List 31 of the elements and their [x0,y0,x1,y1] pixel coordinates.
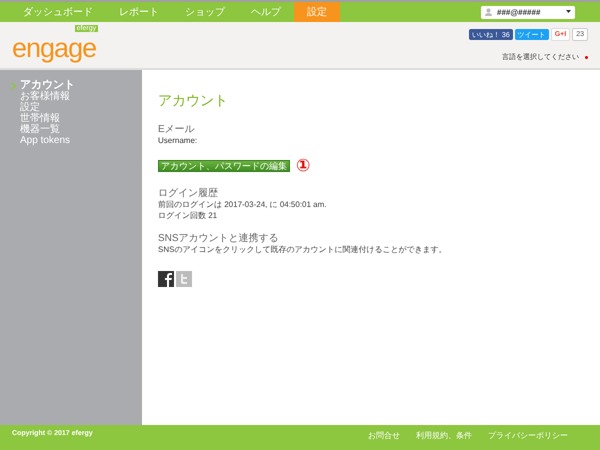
caret-icon [566,10,571,13]
sns-description: SNSのアイコンをクリックして既存のアカウントに関連付けることができます。 [158,244,448,255]
sidebar-item[interactable]: 設定 [11,102,142,113]
nav-tab[interactable]: レポート [106,2,172,22]
nav-tab[interactable]: ヘルプ [238,2,294,22]
facebook-icon[interactable] [158,271,174,287]
sidebar-item[interactable]: アカウント [11,80,142,91]
sidebar-item[interactable]: App tokens [11,135,142,146]
user-dropdown[interactable]: ###@##### [481,6,575,18]
last-login-text: 前回のログインは 2017-03-24, に 04:50:01 am. [158,199,328,210]
sidebar-item[interactable]: お客様情報 [11,91,142,102]
engage-logo[interactable]: engage [12,32,96,62]
user-icon [485,8,492,16]
username-label: Username: [158,135,198,146]
page-title: アカウント [158,92,229,110]
annotation-number: ① [296,156,310,176]
footer-link[interactable]: お問合せ [368,430,400,441]
sidebar-item[interactable]: 世帯情報 [11,113,142,124]
login-history-heading: ログイン履歴 [158,188,219,199]
sns-heading: SNSアカウントと連携する [158,233,280,244]
edit-account-button[interactable]: アカウント、パスワードの編集 [158,160,290,172]
chevron-icon [11,82,17,90]
footer-link[interactable]: プライバシーポリシー [488,430,568,441]
nav-tab[interactable]: ダッシュボード [10,2,106,22]
footer-link[interactable]: 利用規約、条件 [416,430,472,441]
status-dot [585,56,588,58]
email-label: Eメール [158,124,196,135]
login-count-text: ログイン回数 21 [158,210,218,221]
nav-tab[interactable]: ショップ [172,2,238,22]
nav-tab[interactable]: 設定 [294,2,340,22]
sidebar-item[interactable]: 機器一覧 [11,124,142,135]
